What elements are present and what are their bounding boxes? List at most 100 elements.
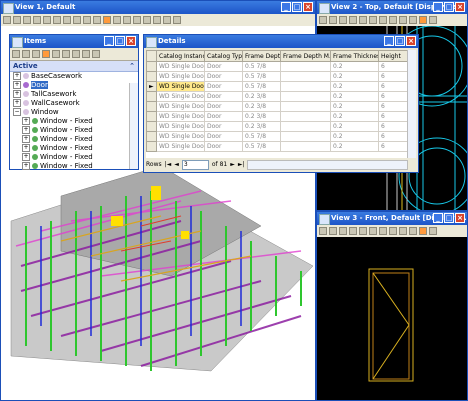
view3-window[interactable]: View 3 - Front, Default [Displays... _ □ × — [316, 211, 468, 401]
zoom-out-icon[interactable] — [33, 16, 41, 24]
view-attributes-icon[interactable] — [3, 16, 11, 24]
items-scrollbar[interactable] — [129, 83, 138, 169]
view1-titlebar[interactable]: View 1, Default _ □ × — [1, 1, 315, 14]
levels-icon[interactable] — [143, 16, 151, 24]
items-titlebar[interactable]: Items _ □ × — [10, 35, 138, 48]
next-record-icon[interactable]: ► — [230, 161, 235, 168]
zoom-out-icon[interactable] — [349, 16, 357, 24]
camera-icon[interactable] — [429, 227, 437, 235]
close-button[interactable]: × — [303, 2, 313, 12]
view-next-icon[interactable] — [93, 16, 101, 24]
tree-item[interactable]: + Window - Fixed — [13, 144, 138, 153]
zoom-in-icon[interactable] — [339, 227, 347, 235]
tree-item[interactable]: + Door — [13, 81, 138, 90]
table-row[interactable]: WD Single Door ...Door0.5 7/80.26 — [146, 141, 408, 152]
camera-icon[interactable] — [113, 16, 121, 24]
active-section-header[interactable]: Active ⌃ — [10, 61, 138, 72]
rotate-view-icon[interactable] — [379, 227, 387, 235]
close-button[interactable]: × — [406, 36, 416, 46]
view-next-icon[interactable] — [409, 227, 417, 235]
column-header[interactable]: Frame Depth M... — [280, 50, 331, 62]
maximize-button[interactable]: □ — [115, 36, 125, 46]
rotate-view-icon[interactable] — [379, 16, 387, 24]
camera-icon[interactable] — [429, 16, 437, 24]
table-row-current[interactable]: ►WD Single Door ...Door0.5 7/80.26 — [146, 81, 408, 92]
table-row[interactable]: WD Single Door ...Door0.5 7/80.26 — [146, 131, 408, 142]
view-next-icon[interactable] — [409, 16, 417, 24]
select-icon[interactable] — [52, 50, 60, 58]
pan-view-icon[interactable] — [389, 227, 397, 235]
view-attributes-icon[interactable] — [319, 227, 327, 235]
last-record-icon[interactable]: ►| — [238, 161, 245, 168]
isolate-icon[interactable] — [62, 50, 70, 58]
details-window[interactable]: Details _ □ × Catalog Instance Catalog Typ… — [143, 34, 419, 173]
tree-item[interactable]: + TallCasework — [13, 90, 138, 99]
window-area-icon[interactable] — [359, 227, 367, 235]
zoom-out-icon[interactable] — [349, 227, 357, 235]
minimize-button[interactable]: _ — [433, 2, 443, 12]
pan-view-icon[interactable] — [73, 16, 81, 24]
fit-view-icon[interactable] — [53, 16, 61, 24]
current-row-input[interactable]: 3 — [181, 159, 209, 170]
tree-item[interactable]: + Window - Fixed — [13, 135, 138, 144]
maximize-button[interactable]: □ — [292, 2, 302, 12]
view2-titlebar[interactable]: View 2 - Top, Default [Displayset] _ □ × — [317, 1, 467, 14]
minimize-button[interactable]: _ — [433, 213, 443, 223]
zoom-in-icon[interactable] — [23, 16, 31, 24]
table-row[interactable]: WD Single Door ...Door0.2 3/80.26 — [146, 91, 408, 102]
column-header[interactable]: Catalog Type — [204, 50, 243, 62]
view-previous-icon[interactable] — [399, 227, 407, 235]
fit-view-icon[interactable] — [369, 16, 377, 24]
column-header[interactable]: Frame Depth — [242, 50, 281, 62]
details-vertical-scrollbar[interactable] — [407, 50, 416, 158]
references-icon[interactable] — [153, 16, 161, 24]
filter-icon[interactable] — [173, 16, 181, 24]
details-table[interactable]: Catalog Instance Catalog Type Frame Dept… — [146, 50, 408, 152]
first-record-icon[interactable]: |◄ — [165, 161, 172, 168]
tree-item[interactable]: − Window — [13, 108, 138, 117]
tree-item[interactable]: + Window - Fixed — [13, 126, 138, 135]
display-style-icon[interactable] — [329, 227, 337, 235]
new-search-icon[interactable] — [12, 50, 20, 58]
table-row[interactable]: WD Single Door ...Door0.5 7/80.26 — [146, 71, 408, 82]
settings-icon[interactable] — [92, 50, 100, 58]
window-area-icon[interactable] — [359, 16, 367, 24]
tree-item[interactable]: + Window - Fixed — [13, 153, 138, 162]
column-header[interactable]: Frame Thickness — [330, 50, 379, 62]
display-set-icon[interactable] — [163, 16, 171, 24]
tree-item[interactable]: + Window - Fixed — [13, 117, 138, 126]
close-button[interactable]: × — [455, 2, 465, 12]
display-style-icon[interactable] — [329, 16, 337, 24]
zoom-in-icon[interactable] — [339, 16, 347, 24]
tree-item[interactable]: + Window - Fixed — [13, 162, 138, 170]
front-view-canvas[interactable] — [317, 237, 467, 400]
zoom-to-icon[interactable] — [82, 50, 90, 58]
grid-view-icon[interactable] — [42, 50, 50, 58]
maximize-button[interactable]: □ — [444, 213, 454, 223]
walk-icon[interactable] — [103, 16, 111, 24]
previous-record-icon[interactable]: ◄ — [174, 161, 179, 168]
fit-view-icon[interactable] — [369, 227, 377, 235]
walk-icon[interactable] — [419, 16, 427, 24]
maximize-button[interactable]: □ — [395, 36, 405, 46]
details-horizontal-scrollbar[interactable] — [247, 159, 408, 170]
column-header[interactable]: Catalog Instance — [156, 50, 205, 62]
table-row[interactable]: WD Single Door ...Door0.2 3/80.26 — [146, 121, 408, 132]
refresh-icon[interactable] — [22, 50, 30, 58]
view-previous-icon[interactable] — [83, 16, 91, 24]
display-style-icon[interactable] — [13, 16, 21, 24]
search-icon[interactable] — [32, 50, 40, 58]
minimize-button[interactable]: _ — [281, 2, 291, 12]
render-icon[interactable] — [133, 16, 141, 24]
view-attributes-icon[interactable] — [319, 16, 327, 24]
table-row[interactable]: WD Single Door ...Door0.5 7/80.26 — [146, 61, 408, 72]
close-button[interactable]: × — [126, 36, 136, 46]
collapse-icon[interactable]: ⌃ — [129, 61, 135, 71]
close-button[interactable]: × — [455, 213, 465, 223]
rotate-view-icon[interactable] — [63, 16, 71, 24]
maximize-button[interactable]: □ — [444, 2, 454, 12]
table-row[interactable]: WD Single Door ...Door0.2 3/80.26 — [146, 101, 408, 112]
items-window[interactable]: Items _ □ × Active ⌃ + BaseCasework + Door +… — [9, 34, 139, 170]
walk-icon[interactable] — [419, 227, 427, 235]
window-area-icon[interactable] — [43, 16, 51, 24]
